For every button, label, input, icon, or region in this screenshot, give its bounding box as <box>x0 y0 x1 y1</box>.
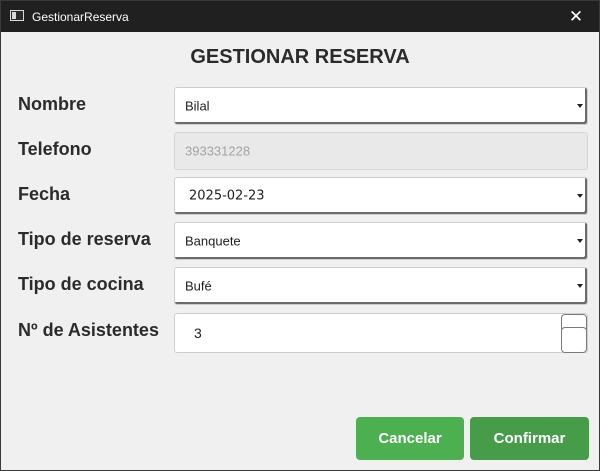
chevron-down-icon <box>577 239 583 243</box>
decrement-button[interactable] <box>561 327 587 353</box>
asistentes-value[interactable]: 3 <box>194 325 202 341</box>
tipo-reserva-value: Banquete <box>185 233 241 249</box>
telefono-field: 393331228 <box>174 132 588 170</box>
nombre-value: Bilal <box>185 98 210 114</box>
fecha-label: Fecha <box>18 184 71 204</box>
chevron-down-icon <box>577 104 583 108</box>
nombre-combobox[interactable]: Bilal <box>174 87 588 125</box>
asistentes-label: Nº de Asistentes <box>18 320 159 340</box>
gestionar-reserva-window: GestionarReserva ✕ GESTIONAR RESERVA Nom… <box>0 0 600 471</box>
chevron-down-icon <box>577 284 583 288</box>
app-window-icon <box>10 10 24 21</box>
telefono-label: Telefono <box>18 139 92 159</box>
telefono-value: 393331228 <box>185 143 251 159</box>
title-bar[interactable]: GestionarReserva ✕ <box>1 1 599 32</box>
fecha-date-picker[interactable]: 2025-02-23 <box>174 177 588 215</box>
confirm-button[interactable]: Confirmar <box>470 417 589 460</box>
fecha-value: 2025-02-23 <box>189 188 265 204</box>
chevron-down-icon <box>577 194 583 198</box>
window-title: GestionarReserva <box>32 10 129 24</box>
nombre-label: Nombre <box>18 94 87 114</box>
tipo-reserva-label: Tipo de reserva <box>18 229 151 249</box>
asistentes-spinner[interactable]: 3 <box>174 313 588 353</box>
tipo-cocina-label: Tipo de cocina <box>18 274 144 294</box>
close-icon: ✕ <box>568 6 584 26</box>
close-button[interactable]: ✕ <box>553 1 599 32</box>
page-title: GESTIONAR RESERVA <box>190 46 410 68</box>
cancel-button[interactable]: Cancelar <box>356 417 464 460</box>
tipo-cocina-value: Bufé <box>185 278 212 294</box>
tipo-cocina-combobox[interactable]: Bufé <box>174 267 588 305</box>
tipo-reserva-combobox[interactable]: Banquete <box>174 222 588 260</box>
